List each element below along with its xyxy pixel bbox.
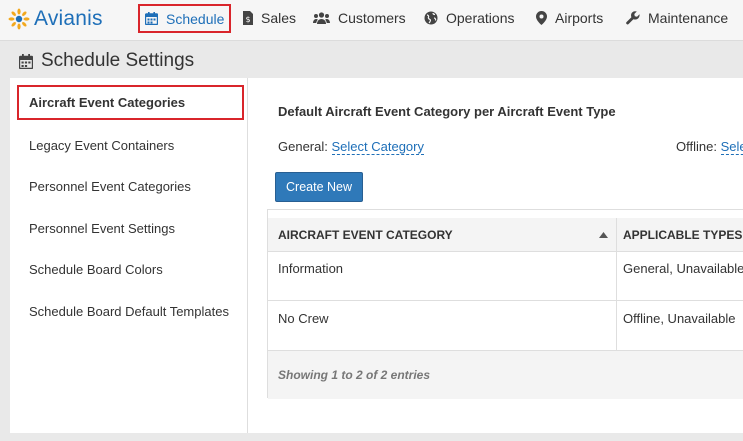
page-title: Schedule Settings xyxy=(41,50,195,71)
users-icon xyxy=(313,12,330,24)
nav-sales[interactable]: $ Sales xyxy=(243,5,296,31)
create-new-button[interactable]: Create New xyxy=(275,172,363,202)
sidebar-item-personnel-event-categories[interactable]: Personnel Event Categories xyxy=(29,176,191,196)
nav-schedule-label: Schedule xyxy=(166,10,225,27)
sidebar-item-legacy-event-containers[interactable]: Legacy Event Containers xyxy=(29,135,174,155)
column-header-category[interactable]: AIRCRAFT EVENT CATEGORY xyxy=(278,218,453,251)
nav-customers-label: Customers xyxy=(338,10,406,26)
general-default-row: General: Select Category xyxy=(278,139,424,155)
nav-customers[interactable]: Customers xyxy=(313,5,406,31)
calendar-icon xyxy=(19,53,33,69)
cell-applicable-types: General, Unavailable xyxy=(623,261,743,276)
receipt-icon: $ xyxy=(243,11,253,25)
page-header: Schedule Settings xyxy=(19,48,194,74)
cell-category: No Crew xyxy=(278,311,329,326)
nav-schedule[interactable]: Schedule xyxy=(138,4,232,33)
calendar-icon xyxy=(145,12,158,25)
sidebar-item-aircraft-event-categories[interactable]: Aircraft Event Categories xyxy=(17,85,244,120)
column-divider xyxy=(616,251,617,300)
app-logo[interactable]: Avianis xyxy=(8,5,103,33)
table-header: AIRCRAFT EVENT CATEGORY APPLICABLE TYPES xyxy=(268,218,743,252)
table-footer: Showing 1 to 2 of 2 entries xyxy=(268,351,743,399)
sidebar-item-schedule-board-colors[interactable]: Schedule Board Colors xyxy=(29,259,163,279)
wrench-icon xyxy=(626,11,640,25)
nav-airports-label: Airports xyxy=(555,10,604,26)
map-marker-icon xyxy=(536,11,547,25)
svg-text:$: $ xyxy=(245,15,250,24)
sidebar-item-personnel-event-settings[interactable]: Personnel Event Settings xyxy=(29,218,175,238)
sun-logo-icon xyxy=(8,8,30,30)
column-divider xyxy=(616,218,617,251)
general-select-category-link[interactable]: Select Category xyxy=(331,139,424,155)
nav-operations[interactable]: Operations xyxy=(424,5,514,31)
aircraft-event-categories-table: AIRCRAFT EVENT CATEGORY APPLICABLE TYPES… xyxy=(267,209,743,399)
globe-icon xyxy=(424,11,438,25)
nav-maintenance-label: Maintenance xyxy=(648,10,729,26)
offline-select-category-link[interactable]: Select Category xyxy=(720,139,743,155)
nav-sales-label: Sales xyxy=(261,10,297,26)
settings-sidebar: Aircraft Event Categories Legacy Event C… xyxy=(10,78,248,433)
offline-default-row: Offline: Select Category xyxy=(676,139,743,155)
table-row[interactable]: No Crew Offline, Unavailable xyxy=(268,301,743,351)
content-area: Default Aircraft Event Category per Airc… xyxy=(267,78,743,433)
entries-info: Showing 1 to 2 of 2 entries xyxy=(278,368,431,382)
general-label: General: xyxy=(278,139,328,154)
sidebar-item-schedule-board-default-templates[interactable]: Schedule Board Default Templates xyxy=(29,301,229,321)
offline-label: Offline: xyxy=(676,139,717,154)
cell-applicable-types: Offline, Unavailable xyxy=(623,311,736,326)
cell-category: Information xyxy=(278,261,344,276)
top-navigation: Avianis Schedule $ Sales Customers Opera… xyxy=(0,0,743,41)
table-row[interactable]: Information General, Unavailable xyxy=(268,251,743,301)
brand-name: Avianis xyxy=(34,7,103,30)
settings-panel: Aircraft Event Categories Legacy Event C… xyxy=(10,78,743,433)
column-header-applicable-types[interactable]: APPLICABLE TYPES xyxy=(623,218,742,251)
nav-operations-label: Operations xyxy=(446,10,515,26)
nav-maintenance[interactable]: Maintenance xyxy=(626,5,728,31)
section-title: Default Aircraft Event Category per Airc… xyxy=(278,104,616,119)
sort-ascending-icon[interactable] xyxy=(599,218,608,251)
column-divider xyxy=(616,301,617,350)
nav-airports[interactable]: Airports xyxy=(536,5,603,31)
